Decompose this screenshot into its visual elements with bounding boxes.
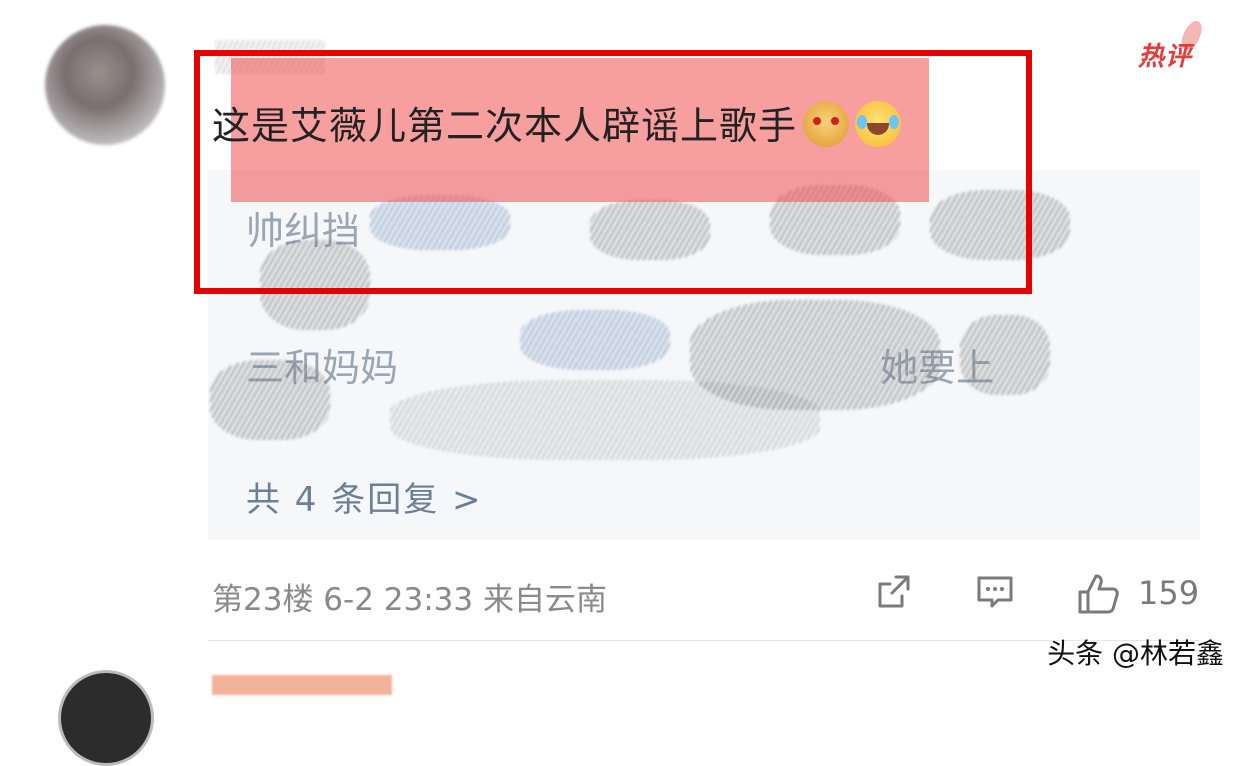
redaction-scribble [960, 315, 1050, 395]
user-avatar[interactable] [45, 25, 165, 145]
redaction-scribble [520, 310, 670, 370]
comment-meta: 第23楼 6-2 23:33 来自云南 [212, 582, 607, 618]
like-count: 159 [1138, 574, 1200, 612]
view-all-replies-link[interactable]: 共 4 条回复 > [246, 472, 483, 521]
highlight-box [194, 50, 1032, 294]
comment-icon[interactable] [975, 572, 1015, 612]
redaction-scribble [210, 360, 330, 440]
next-comment-avatar[interactable] [58, 670, 154, 766]
watermark: 头条 @林若鑫 [1047, 637, 1224, 670]
redaction-scribble [390, 380, 820, 460]
like-icon[interactable] [1076, 572, 1120, 616]
hot-comment-badge: 热评 [1138, 36, 1192, 73]
next-comment-username-redacted[interactable] [212, 675, 392, 695]
share-icon[interactable] [874, 572, 914, 612]
